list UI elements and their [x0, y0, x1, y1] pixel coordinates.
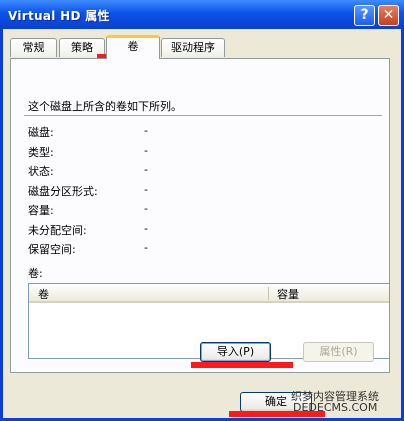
import-button[interactable]: 导入(P): [200, 342, 271, 362]
column-capacity[interactable]: 容量: [277, 286, 299, 302]
separator: [24, 115, 382, 116]
reserved-value: -: [144, 241, 148, 254]
volumes-panel: 这个磁盘上所含的卷如下所列。 磁盘: - 类型: - 状态: - 磁盘分区形式:…: [10, 58, 390, 373]
watermark-line2: DEDECMS.COM: [293, 401, 378, 414]
type-label: 类型:: [28, 146, 54, 159]
disk-label: 磁盘:: [28, 126, 54, 139]
tab-general[interactable]: 常规: [10, 38, 57, 57]
title-bar[interactable]: Virtual HD 属性 ? ✕: [0, 0, 404, 29]
column-volume[interactable]: 卷: [38, 286, 49, 302]
close-button[interactable]: ✕: [378, 5, 399, 26]
list-header: 卷 容量: [29, 284, 389, 303]
disk-value: -: [144, 124, 148, 137]
unallocated-value: -: [144, 222, 148, 235]
volumes-label: 卷:: [28, 267, 43, 280]
reserved-label: 保留空间:: [28, 243, 76, 256]
capacity-value: -: [144, 202, 148, 215]
properties-button[interactable]: 属性(R): [303, 342, 374, 362]
dialog-body: 常规 策略 卷 驱动程序 这个磁盘上所含的卷如下所列。 磁盘: - 类型: - …: [3, 29, 401, 418]
window-title: Virtual HD 属性: [8, 9, 110, 23]
column-divider[interactable]: [268, 287, 269, 300]
properties-window: Virtual HD 属性 ? ✕ 常规 策略 卷 驱动程序 这个磁盘上所含的卷…: [0, 0, 404, 421]
description-text: 这个磁盘上所含的卷如下所列。: [28, 100, 182, 113]
unallocated-label: 未分配空间:: [28, 224, 87, 237]
type-value: -: [144, 144, 148, 157]
help-button[interactable]: ?: [354, 5, 375, 26]
partition-style-label: 磁盘分区形式:: [28, 185, 98, 198]
status-value: -: [144, 163, 148, 176]
partition-style-value: -: [144, 183, 148, 196]
capacity-label: 容量:: [28, 204, 54, 217]
tab-driver[interactable]: 驱动程序: [161, 38, 225, 57]
tab-volumes[interactable]: 卷: [106, 35, 160, 59]
status-label: 状态:: [28, 165, 54, 178]
redaction-bar: [191, 362, 293, 368]
